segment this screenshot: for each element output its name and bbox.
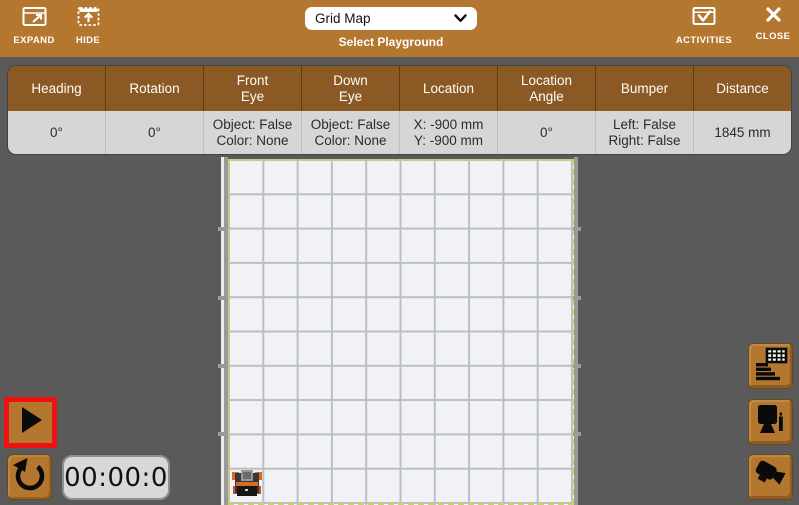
field-tick-left <box>218 364 226 368</box>
close-label: CLOSE <box>756 31 791 42</box>
column-header-location-angle: Location Angle <box>498 66 596 111</box>
field-tick-right <box>573 364 581 368</box>
field-tick-right <box>573 432 581 436</box>
value-rotation: 0° <box>106 111 204 154</box>
column-header-heading: Heading <box>8 66 106 111</box>
camera-icon <box>754 458 788 497</box>
robot-sprite <box>231 469 263 499</box>
playground-right-border <box>574 157 578 505</box>
column-header-rotation: Rotation <box>106 66 204 111</box>
field-tick-left <box>218 227 226 231</box>
sensor-dashboard-row: 0° 0° Object: False Color: None Object: … <box>8 111 791 154</box>
expand-icon <box>22 6 47 32</box>
timer-value: 00:00:0 <box>64 463 168 493</box>
sensor-dashboard: Heading Rotation Front Eye Down Eye Loca… <box>8 66 791 154</box>
dashboard-icon <box>754 347 788 386</box>
dashboard-toggle-button[interactable] <box>748 343 793 389</box>
hide-button[interactable]: HIDE <box>62 6 114 46</box>
select-playground-label: Select Playground <box>339 35 444 49</box>
value-bumper: Left: False Right: False <box>596 111 694 154</box>
hide-icon <box>77 6 100 32</box>
expand-label: EXPAND <box>13 35 54 46</box>
column-header-distance: Distance <box>694 66 791 111</box>
field-tick-right <box>573 227 581 231</box>
activities-button[interactable]: ACTIVITIES <box>674 6 734 46</box>
play-button[interactable] <box>4 397 57 448</box>
value-down-eye: Object: False Color: None <box>302 111 400 154</box>
sensor-dashboard-header: Heading Rotation Front Eye Down Eye Loca… <box>8 66 791 111</box>
value-heading: 0° <box>8 111 106 154</box>
playground-dropdown[interactable]: Grid Map <box>305 7 477 30</box>
reset-button[interactable] <box>7 454 52 500</box>
field-tick-left <box>218 432 226 436</box>
grid-map-field <box>228 159 574 505</box>
value-location-angle: 0° <box>498 111 596 154</box>
value-distance: 1845 mm <box>694 111 791 154</box>
column-header-location: Location <box>400 66 498 111</box>
activities-label: ACTIVITIES <box>676 35 732 46</box>
robot-pen-button[interactable] <box>748 399 793 445</box>
value-front-eye: Object: False Color: None <box>204 111 302 154</box>
column-header-bumper: Bumper <box>596 66 694 111</box>
playground-dropdown-value: Grid Map <box>315 11 371 26</box>
expand-button[interactable]: EXPAND <box>8 6 60 46</box>
activities-icon <box>692 6 716 32</box>
column-header-down-eye: Down Eye <box>302 66 400 111</box>
column-header-front-eye: Front Eye <box>204 66 302 111</box>
simulator-window: EXPAND HIDE Grid Map <box>0 0 799 505</box>
hide-label: HIDE <box>76 35 100 46</box>
close-button[interactable]: CLOSE <box>752 6 794 42</box>
close-icon <box>765 6 782 28</box>
chevron-down-icon <box>454 10 467 28</box>
camera-view-button[interactable] <box>748 454 793 500</box>
play-icon <box>17 404 45 441</box>
timer-display: 00:00:0 <box>62 455 170 500</box>
field-tick-left <box>218 296 226 300</box>
robot-pen-icon <box>754 403 788 442</box>
top-toolbar: EXPAND HIDE Grid Map <box>0 0 799 57</box>
value-location: X: -900 mm Y: -900 mm <box>400 111 498 154</box>
playground-select-group: Grid Map Select Playground <box>305 7 477 49</box>
reset-icon <box>10 455 50 500</box>
field-tick-right <box>573 296 581 300</box>
